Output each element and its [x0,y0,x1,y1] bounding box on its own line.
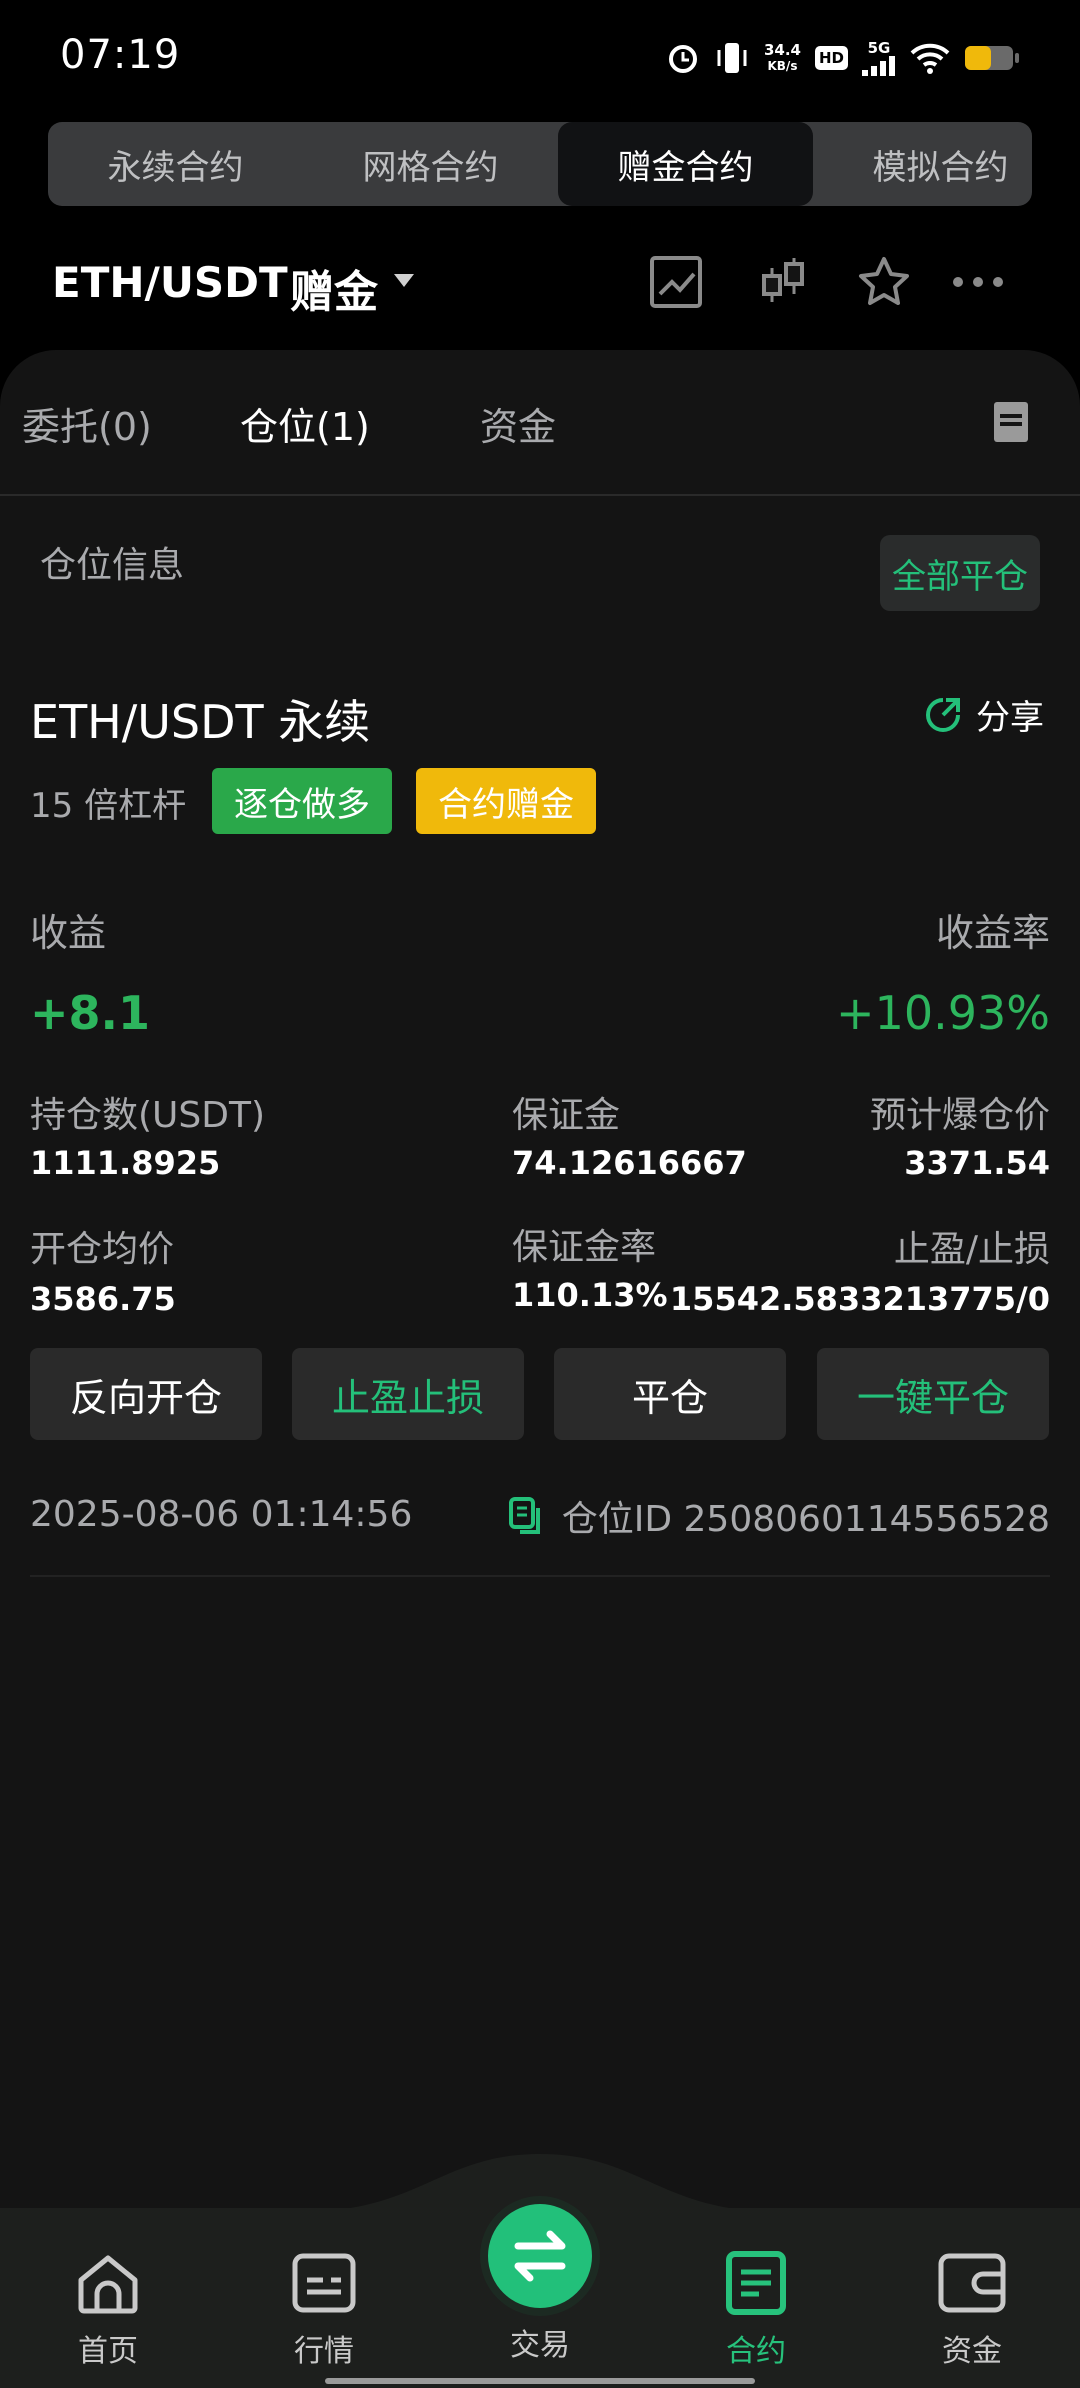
tab-grid[interactable]: 网格合约 [303,122,558,206]
entry-price-value: 3586.75 [30,1280,176,1318]
tpsl-value: 15542.5833213775/0 [669,1280,1050,1318]
tab-bonus[interactable]: 赠金合约 [558,122,813,206]
margin-rate-value: 110.13% [512,1276,668,1314]
tab-demo[interactable]: 模拟合约 [813,122,1032,206]
contract-icon [726,2251,786,2315]
tpsl-label: 止盈/止损 [893,1229,1050,1270]
nav-market-label: 行情 [294,2334,354,2369]
nav-funds-label: 资金 [942,2334,1002,2369]
wallet-icon [938,2253,1006,2313]
tab-divider [0,494,1080,496]
close-all-button[interactable]: 全部平仓 [880,535,1040,611]
nav-home-label: 首页 [78,2334,138,2369]
contract-type-tabs: 永续合约 网格合约 赠金合约 模拟合约 [48,122,1032,206]
pair-title[interactable]: ETH/USDT [52,258,288,307]
nav-trade-label: 交易 [510,2328,570,2363]
position-symbol: ETH/USDT 永续 [30,695,371,749]
status-icons: 34.4 KB/s HD 5G [666,36,1020,80]
bonus-badge: 合约赠金 [416,768,596,834]
tab-funds[interactable]: 资金 [480,396,556,451]
star-icon[interactable] [856,254,912,310]
wifi-icon [910,43,950,74]
pnl-rate-value: +10.93% [836,986,1050,1040]
vibrate-icon [717,43,747,73]
one-click-close-button[interactable]: 一键平仓 [817,1348,1049,1440]
position-id-text: 仓位ID 2508060114556528 [561,1499,1050,1540]
hd-icon: HD [814,46,848,70]
nav-trade[interactable]: 交易 [460,2196,620,2364]
net-speed-unit: KB/s [767,59,798,73]
chevron-down-icon[interactable] [394,274,414,287]
margin-rate-label: 保证金率 [512,1227,657,1268]
signal-icon: 5G [862,38,896,76]
margin-value: 74.12616667 [512,1144,747,1182]
pnl-value: +8.1 [30,986,151,1040]
direction-badge: 逐仓做多 [212,768,392,834]
position-id[interactable]: 仓位ID 2508060114556528 [508,1490,1050,1542]
tab-positions[interactable]: 仓位(1) [240,396,370,451]
section-title: 仓位信息 [40,545,185,586]
tab-orders[interactable]: 委托(0) [22,396,152,451]
status-time: 07:19 [60,32,181,78]
row-divider [30,1575,1050,1577]
candlestick-icon[interactable] [754,254,810,310]
battery-icon [965,46,1019,70]
share-label: 分享 [976,698,1044,738]
nav-contract-label: 合约 [726,2334,786,2369]
opened-time: 2025-08-06 01:14:56 [30,1494,413,1535]
nav-contract[interactable]: 合约 [676,2250,836,2370]
liq-price-label: 预计爆仓价 [869,1095,1050,1136]
line-chart-icon[interactable] [648,254,704,310]
home-indicator[interactable] [325,2378,755,2384]
share-icon [926,697,960,732]
trade-icon [480,2196,600,2316]
reverse-open-button[interactable]: 反向开仓 [30,1348,262,1440]
home-icon [78,2255,138,2314]
share-button[interactable]: 分享 [924,690,1044,739]
nav-home[interactable]: 首页 [28,2250,188,2370]
close-position-button[interactable]: 平仓 [554,1348,786,1440]
more-icon[interactable] [950,254,1006,310]
margin-label: 保证金 [512,1095,621,1136]
pnl-rate-label: 收益率 [935,911,1050,955]
nav-funds[interactable]: 资金 [892,2250,1052,2370]
alarm-icon [668,45,697,73]
copy-icon[interactable] [508,1496,544,1536]
nav-market[interactable]: 行情 [244,2250,404,2370]
size-label: 持仓数(USDT) [30,1095,266,1136]
pnl-label: 收益 [30,911,107,955]
cell-type: 5G [867,38,891,57]
entry-price-label: 开仓均价 [30,1229,175,1270]
tab-perpetual[interactable]: 永续合约 [48,122,303,206]
pair-mode[interactable]: 赠金 [290,256,378,320]
tpsl-button[interactable]: 止盈止损 [292,1348,524,1440]
leverage-label: 15 倍杠杆 [30,786,187,826]
net-speed-value: 34.4 [763,41,801,59]
market-icon [292,2253,356,2313]
size-value: 1111.8925 [30,1144,221,1182]
document-icon[interactable] [994,402,1028,442]
network-speed: 34.4 KB/s [764,42,801,74]
liq-price-value: 3371.54 [904,1144,1050,1182]
